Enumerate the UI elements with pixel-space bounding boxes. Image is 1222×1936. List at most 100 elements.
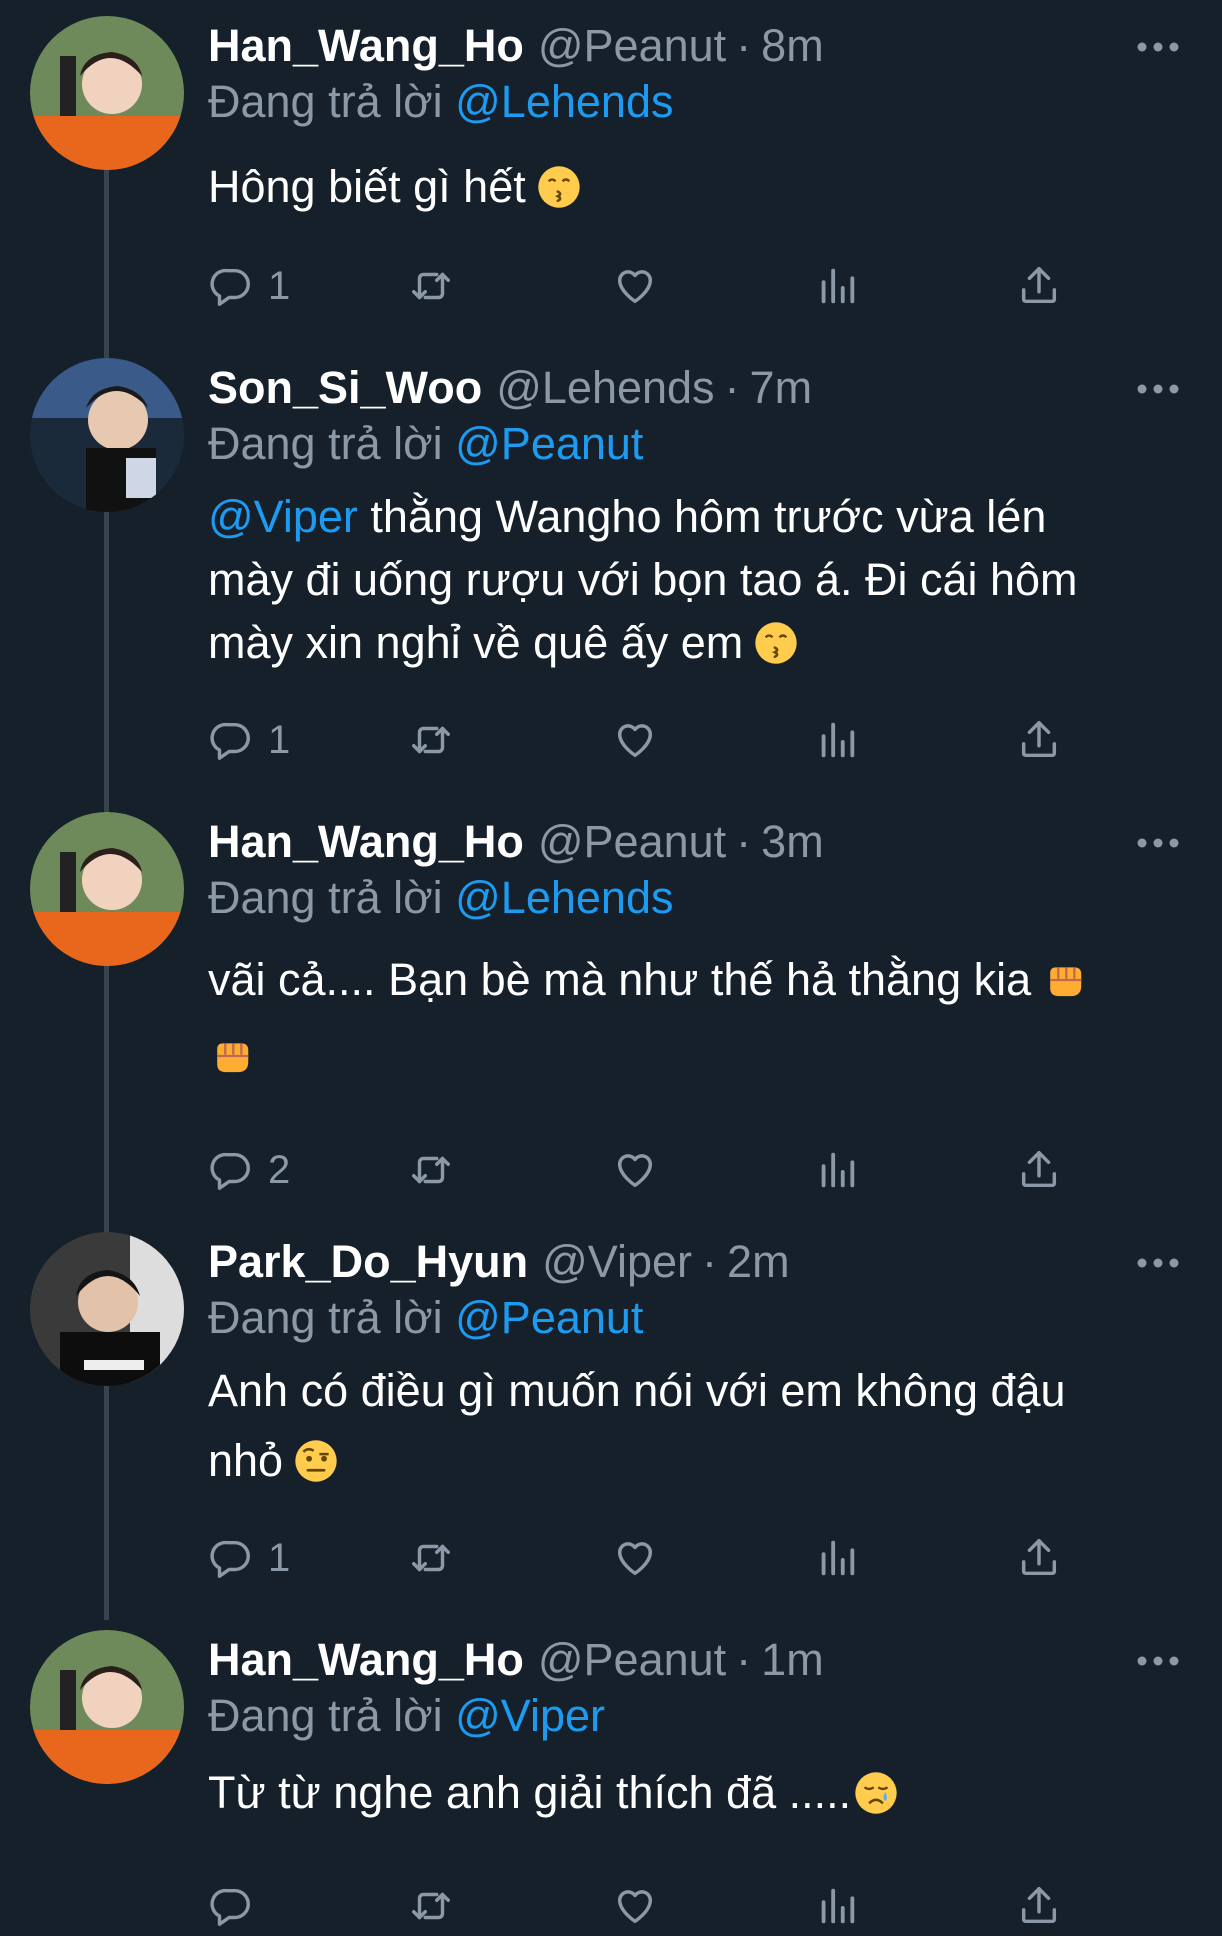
retweet-icon (408, 1883, 454, 1929)
retweet-button[interactable] (408, 1140, 454, 1200)
reply-icon (208, 1147, 254, 1193)
share-icon (1016, 717, 1062, 763)
oncoming-fist-emoji (208, 1033, 254, 1079)
like-button[interactable] (612, 256, 658, 316)
avatar[interactable] (30, 812, 184, 966)
retweet-icon (408, 1535, 454, 1581)
replying-to: Đang trả lời @Lehends (208, 868, 673, 928)
timestamp[interactable]: 7m (750, 358, 813, 418)
replying-to: Đang trả lời @Peanut (208, 414, 643, 474)
tweet-text-line-2: mày đi uống rượu với bọn tao á. Đi cái h… (208, 554, 1078, 605)
tweet-header: Han_Wang_Ho @Peanut · 3m (208, 812, 824, 872)
more-icon[interactable] (1134, 32, 1182, 62)
heart-icon (612, 263, 658, 309)
share-icon (1016, 1535, 1062, 1581)
share-button[interactable] (1016, 1528, 1062, 1588)
replying-to: Đang trả lời @Peanut (208, 1288, 643, 1348)
crying-face-emoji (853, 1770, 899, 1816)
user-handle[interactable]: @Peanut (538, 16, 726, 76)
reply-count: 1 (268, 263, 291, 308)
face-with-raised-eyebrow-emoji (293, 1438, 339, 1484)
tweet-text: vãi cả.... Bạn bè mà như thế hả thằng ki… (208, 942, 1168, 1094)
tweet-text: Anh có điều gì muốn nói với em không đậu… (208, 1356, 1168, 1496)
display-name[interactable]: Han_Wang_Ho (208, 1630, 524, 1690)
heart-icon (612, 1883, 658, 1929)
tweet-text-line-1: Anh có điều gì muốn nói với em không đậu (208, 1365, 1066, 1416)
views-icon (814, 717, 860, 763)
user-handle[interactable]: @Lehends (496, 358, 714, 418)
tweet-text-line: nhỏ (208, 1426, 1168, 1496)
share-button[interactable] (1016, 1876, 1062, 1936)
share-button[interactable] (1016, 256, 1062, 316)
timestamp[interactable]: 8m (761, 16, 824, 76)
timestamp[interactable]: 2m (727, 1232, 790, 1292)
user-handle[interactable]: @Peanut (538, 812, 726, 872)
more-icon[interactable] (1134, 1646, 1182, 1676)
views-button[interactable] (814, 1528, 860, 1588)
text-mention[interactable]: @Viper (208, 491, 358, 542)
tweet-text-body: vãi cả.... Bạn bè mà như thế hả thằng ki… (208, 954, 1032, 1005)
views-icon (814, 1535, 860, 1581)
display-name[interactable]: Park_Do_Hyun (208, 1232, 528, 1292)
tweet-header: Han_Wang_Ho @Peanut · 1m (208, 1630, 824, 1690)
reply-button[interactable]: 1 (208, 710, 290, 770)
avatar[interactable] (30, 16, 184, 170)
reply-count: 1 (268, 717, 291, 762)
heart-icon (612, 717, 658, 763)
reply-button[interactable]: 2 (208, 1140, 290, 1200)
tweet-actions: 1 (208, 1528, 1088, 1588)
reply-button[interactable]: 1 (208, 1528, 290, 1588)
avatar[interactable] (30, 1630, 184, 1784)
more-icon[interactable] (1134, 374, 1182, 404)
replying-to-mention[interactable]: @Peanut (455, 418, 643, 469)
like-button[interactable] (612, 1140, 658, 1200)
avatar[interactable] (30, 358, 184, 512)
replying-to-mention[interactable]: @Lehends (455, 872, 673, 923)
views-button[interactable] (814, 1876, 860, 1936)
reply-thread: Han_Wang_Ho @Peanut · 8m Đang trả lời @L… (0, 0, 1222, 1920)
like-button[interactable] (612, 710, 658, 770)
retweet-icon (408, 717, 454, 763)
views-icon (814, 1147, 860, 1193)
user-handle[interactable]: @Viper (542, 1232, 692, 1292)
tweet-text-line-1: thằng Wangho hôm trước vừa lén (357, 491, 1047, 542)
separator-dot: · (724, 362, 740, 413)
reply-button[interactable] (208, 1876, 268, 1936)
like-button[interactable] (612, 1528, 658, 1588)
like-button[interactable] (612, 1876, 658, 1936)
retweet-button[interactable] (408, 256, 454, 316)
separator-dot: · (702, 1236, 718, 1287)
display-name[interactable]: Son_Si_Woo (208, 358, 482, 418)
more-icon[interactable] (1134, 1248, 1182, 1278)
replying-to-label: Đang trả lời (208, 1690, 443, 1741)
heart-icon (612, 1147, 658, 1193)
separator-dot: · (736, 20, 752, 71)
timestamp[interactable]: 1m (761, 1630, 824, 1690)
more-icon[interactable] (1134, 828, 1182, 858)
share-icon (1016, 1147, 1062, 1193)
retweet-icon (408, 1147, 454, 1193)
reply-button[interactable]: 1 (208, 256, 290, 316)
kissing-face-emoji (753, 620, 799, 666)
display-name[interactable]: Han_Wang_Ho (208, 16, 524, 76)
replying-to-mention[interactable]: @Peanut (455, 1292, 643, 1343)
timestamp[interactable]: 3m (761, 812, 824, 872)
share-button[interactable] (1016, 1140, 1062, 1200)
tweet-header: Son_Si_Woo @Lehends · 7m (208, 358, 812, 418)
avatar[interactable] (30, 1232, 184, 1386)
retweet-button[interactable] (408, 710, 454, 770)
user-handle[interactable]: @Peanut (538, 1630, 726, 1690)
retweet-button[interactable] (408, 1876, 454, 1936)
share-icon (1016, 1883, 1062, 1929)
views-button[interactable] (814, 256, 860, 316)
views-button[interactable] (814, 1140, 860, 1200)
reply-icon (208, 263, 254, 309)
replying-to-mention[interactable]: @Viper (455, 1690, 605, 1741)
views-button[interactable] (814, 710, 860, 770)
tweet-text-line: @Viper thằng Wangho hôm trước vừa lén (208, 482, 1168, 552)
tweet-text: Hông biết gì hết (208, 152, 1168, 222)
replying-to-mention[interactable]: @Lehends (455, 76, 673, 127)
retweet-button[interactable] (408, 1528, 454, 1588)
display-name[interactable]: Han_Wang_Ho (208, 812, 524, 872)
share-button[interactable] (1016, 710, 1062, 770)
